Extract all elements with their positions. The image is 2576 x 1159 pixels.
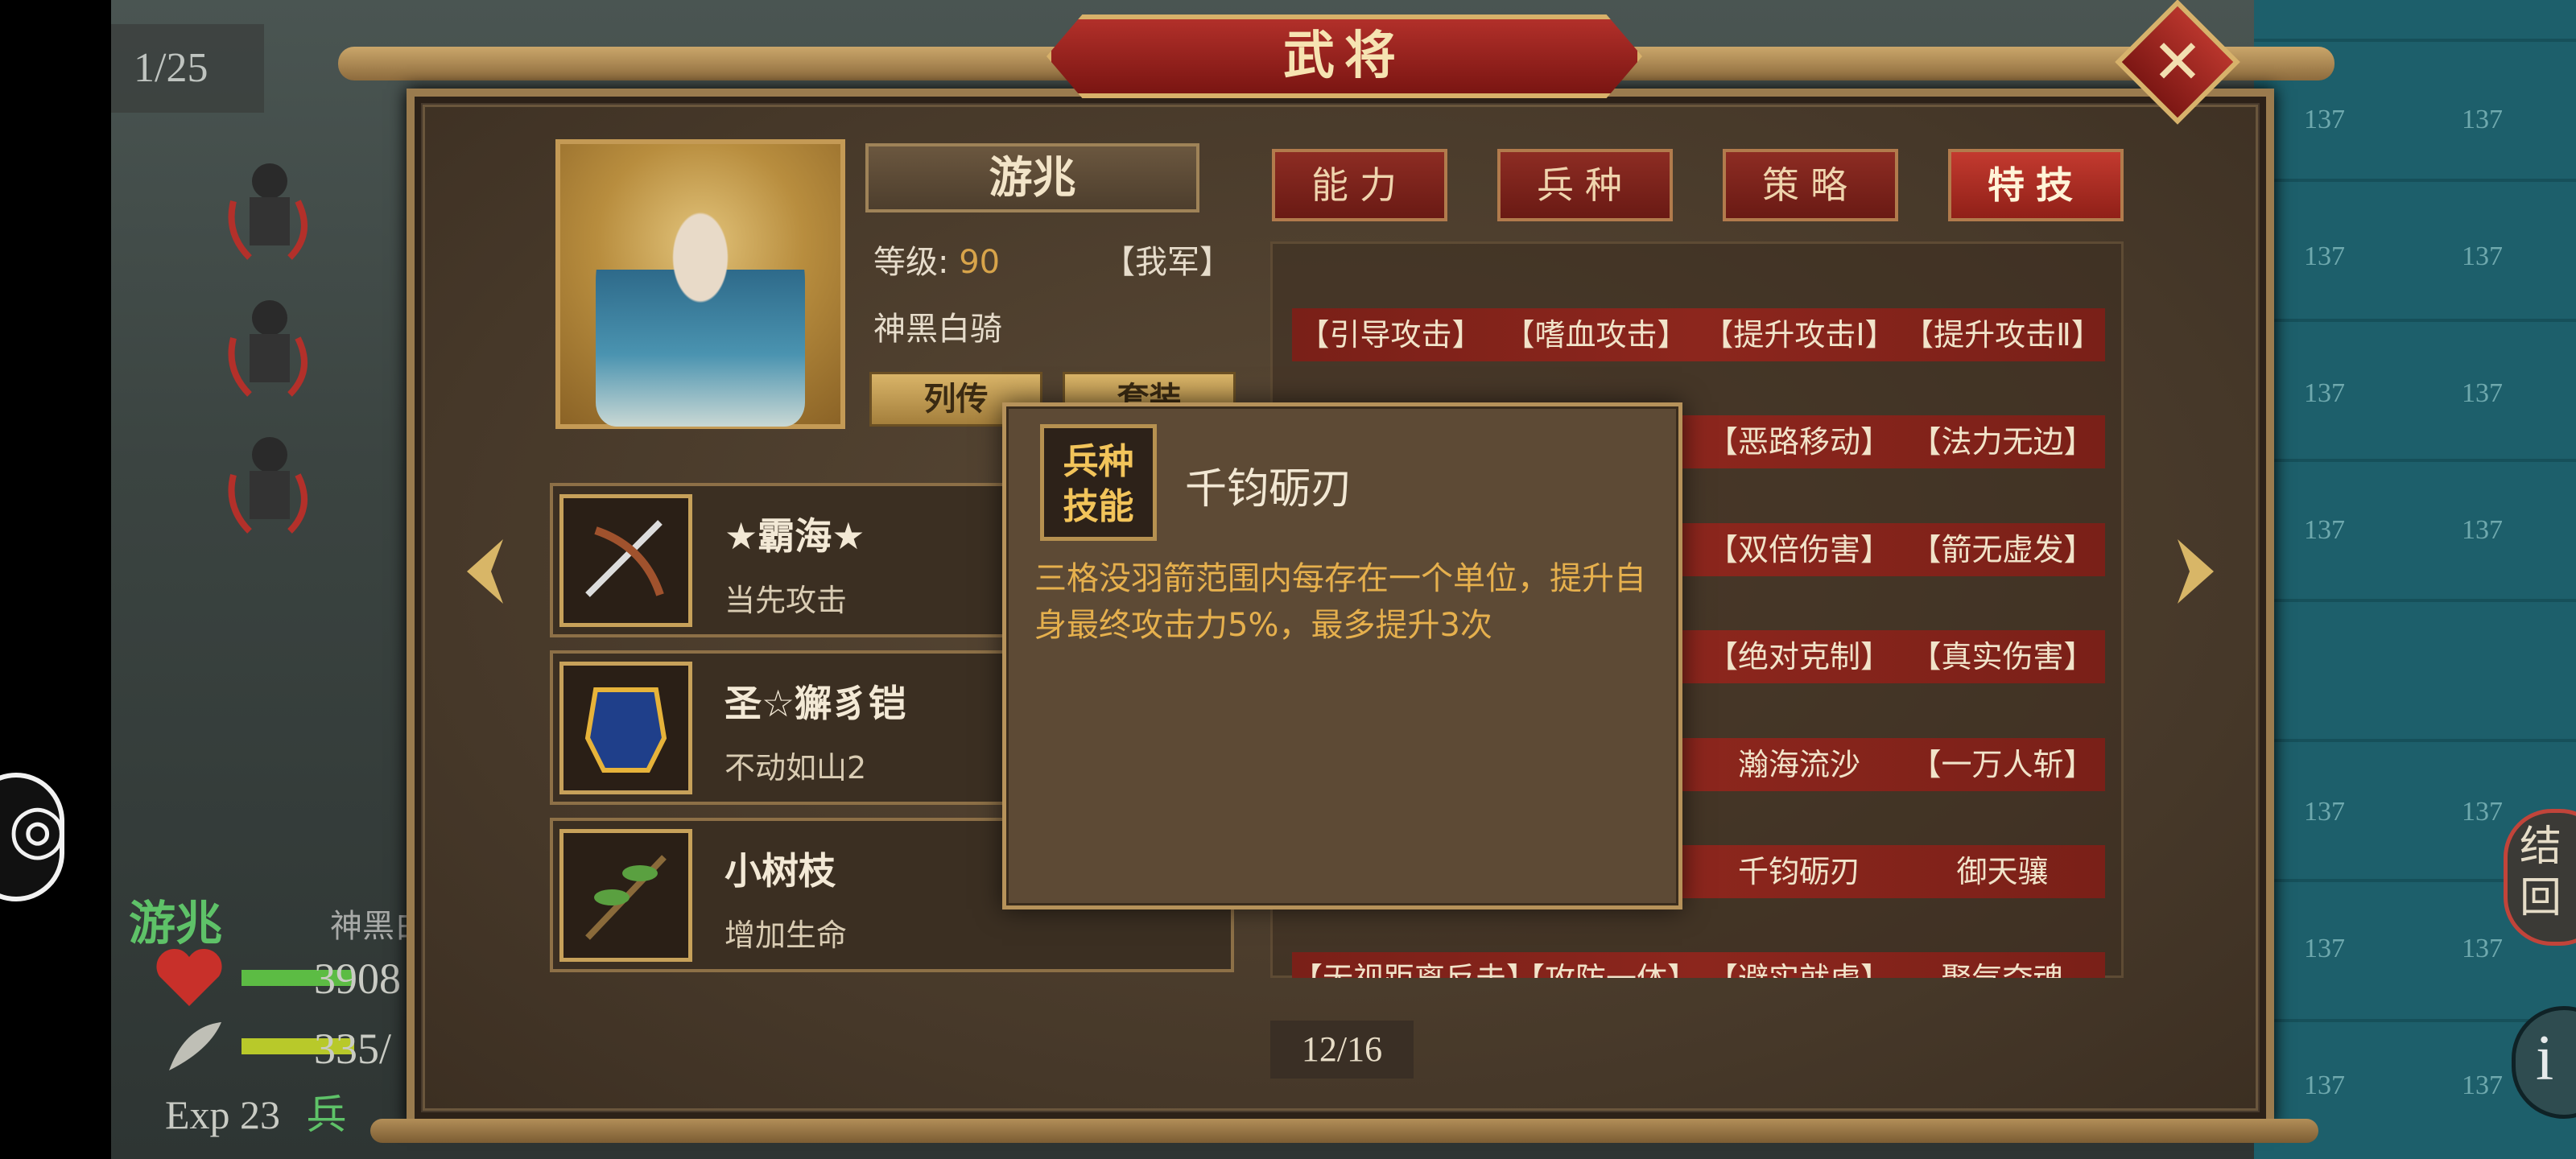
equipment-desc: 增加生命	[724, 918, 848, 953]
mp-value: 335/	[314, 1025, 392, 1073]
tile-number: 137	[2304, 934, 2345, 963]
tile-number: 137	[2462, 378, 2503, 408]
skill-item[interactable]: 【嗜血攻击】	[1497, 308, 1695, 361]
enemy-soldier-sprite[interactable]	[217, 427, 322, 547]
badge-line: 兵种	[1063, 441, 1134, 482]
skill-item[interactable]: 【避实就虚】	[1699, 952, 1900, 978]
tile-number: 137	[2304, 797, 2345, 827]
tile-number: 137	[2304, 105, 2345, 134]
tile-number: 137	[2304, 378, 2345, 408]
skill-item[interactable]: 御天骧	[1900, 845, 2105, 898]
skill-item[interactable]: 【引导攻击】	[1292, 308, 1489, 361]
skill-item[interactable]: 【箭无虚发】	[1900, 523, 2105, 576]
page-indicator: 12/16	[1270, 1021, 1414, 1079]
skill-item[interactable]: 千钧砺刃	[1699, 845, 1900, 898]
equipment-name: ★霸海★	[724, 514, 865, 558]
skill-item[interactable]: 【攻防一体】	[1513, 952, 1699, 978]
branch-icon	[559, 829, 692, 962]
skill-item[interactable]: 【提升攻击Ⅰ】	[1699, 308, 1900, 361]
bow-icon	[559, 494, 692, 627]
info-icon: i	[2536, 1023, 2554, 1094]
equipment-desc: 当先攻击	[724, 583, 848, 618]
skill-item[interactable]: 瀚海流沙	[1699, 738, 1900, 791]
end-turn-label: 结回	[2520, 823, 2562, 922]
tab-ability[interactable]: 能力	[1272, 149, 1447, 221]
hero-level: 等级: 90	[873, 236, 1000, 283]
tile-number: 137	[2304, 1070, 2345, 1100]
hp-value: 3908	[314, 955, 401, 1003]
skill-item[interactable]: 【无视距离反击】	[1292, 952, 1534, 978]
heart-icon	[156, 948, 222, 1006]
badge-line: 技能	[1063, 486, 1134, 527]
bg-hero-name: 游兆	[129, 897, 223, 950]
game-map-water-tiles	[2254, 0, 2576, 1159]
tile-number: 137	[2304, 241, 2345, 271]
equipment-name: 圣☆獬豸铠	[724, 682, 906, 725]
screen-left-margin	[0, 0, 111, 1159]
close-icon[interactable]: ✕	[2133, 18, 2222, 106]
next-hero-arrow-icon[interactable]	[2174, 535, 2222, 608]
level-value: 90	[959, 244, 1001, 281]
tab-troop-type[interactable]: 兵种	[1497, 149, 1673, 221]
feather-icon	[169, 1022, 221, 1070]
tile-number: 137	[2462, 241, 2503, 271]
tooltip-title: 千钧砺刃	[1185, 465, 1353, 514]
tile-number: 137	[2462, 105, 2503, 134]
skill-item[interactable]: 【真实伤害】	[1900, 630, 2105, 683]
skill-item[interactable]: 聚气夺魂	[1900, 952, 2105, 978]
float-icon: ◎	[8, 789, 68, 868]
skill-item[interactable]: 【双倍伤害】	[1699, 523, 1900, 576]
tile-number: 137	[2462, 1070, 2503, 1100]
tab-special-skills[interactable]: 特技	[1948, 149, 2124, 221]
skill-item[interactable]: 【提升攻击Ⅱ】	[1900, 308, 2105, 361]
tile-number: 137	[2462, 797, 2503, 827]
skill-item[interactable]: 【恶路移动】	[1699, 415, 1900, 468]
exp-text: Exp 23	[165, 1092, 281, 1137]
hero-unit-type: 神黑白骑	[873, 311, 1002, 348]
enemy-soldier-sprite[interactable]	[217, 290, 322, 410]
armor-icon	[559, 662, 692, 794]
skill-item[interactable]: 【一万人斩】	[1900, 738, 2105, 791]
tile-number: 137	[2462, 934, 2503, 963]
enemy-soldier-sprite[interactable]	[217, 153, 322, 274]
hero-faction: 【我军】	[1103, 244, 1232, 281]
tab-strategy[interactable]: 策略	[1723, 149, 1898, 221]
hero-portrait-figure	[596, 185, 805, 427]
turn-counter: 1/25	[111, 24, 264, 113]
skill-item[interactable]: 【绝对克制】	[1699, 630, 1900, 683]
tile-number: 137	[2304, 515, 2345, 545]
previous-hero-arrow-icon[interactable]	[459, 535, 507, 608]
panel-bottom-ornament	[370, 1119, 2318, 1143]
exp-suffix: 兵	[306, 1092, 347, 1137]
troop-skill-badge: 兵种 技能	[1040, 424, 1157, 541]
equipment-desc: 不动如山2	[724, 750, 867, 786]
equipment-name: 小树枝	[724, 849, 836, 893]
exp-value: Exp 23 兵	[165, 1083, 347, 1140]
level-label: 等级:	[873, 244, 949, 281]
tooltip-description: 三格没羽箭范围内每存在一个单位，提升自身最终攻击力5%，最多提升3次	[1034, 560, 1646, 644]
skill-item[interactable]: 【法力无边】	[1900, 415, 2105, 468]
tile-number: 137	[2462, 515, 2503, 545]
panel-title: 武将	[1283, 26, 1406, 86]
hero-name: 游兆	[989, 152, 1076, 203]
